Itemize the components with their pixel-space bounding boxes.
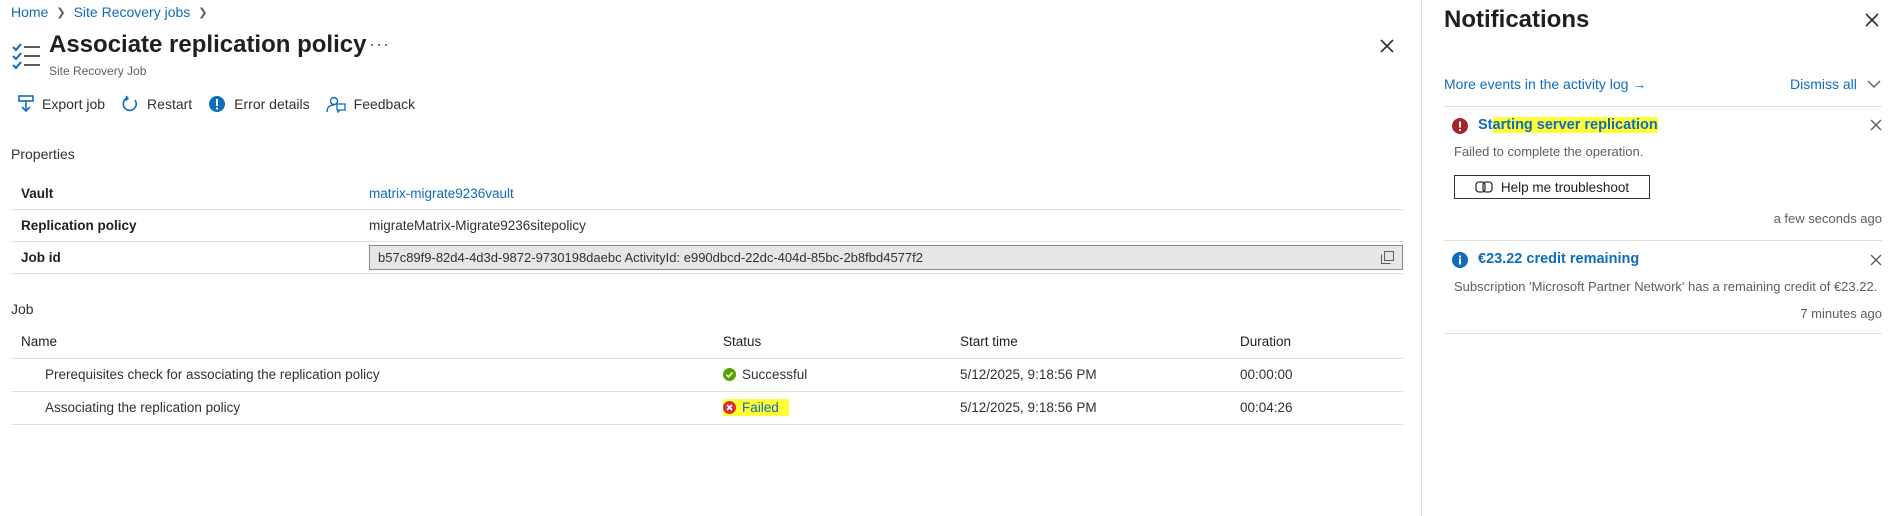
property-key: Replication policy	[21, 218, 137, 233]
notification-time: a few seconds ago	[1773, 211, 1882, 226]
property-key: Vault	[21, 186, 54, 201]
restart-icon	[122, 95, 138, 112]
property-key: Job id	[21, 250, 61, 265]
close-icon[interactable]	[1869, 118, 1883, 132]
divider	[1444, 240, 1882, 241]
table-row: Prerequisites check for associating the …	[11, 358, 1403, 392]
page-subtitle: Site Recovery Job	[49, 64, 147, 78]
status-text: Successful	[742, 367, 808, 382]
close-icon[interactable]	[1869, 253, 1883, 267]
property-value: b57c89f9-82d4-4d3d-9872-9730198daebc Act…	[369, 245, 1403, 270]
table-header-row: Name Status Start time Duration	[11, 325, 1403, 359]
toolbar: Export job Restart Error details Feedbac…	[18, 95, 431, 113]
error-details-label: Error details	[234, 96, 310, 112]
job-list-icon	[12, 43, 40, 69]
notification-title-link[interactable]: €23.22 credit remaining	[1478, 251, 1639, 267]
duration: 00:04:26	[1240, 391, 1403, 425]
notification-body: Subscription 'Microsoft Partner Network'…	[1454, 279, 1878, 294]
property-row-vault: Vault matrix-migrate9236vault	[11, 178, 1403, 210]
notification-body-text: Failed to complete the operation.	[1454, 144, 1644, 159]
property-row-replication-policy: Replication policy migrateMatrix-Migrate…	[11, 210, 1403, 242]
page-title: Associate replication policy	[49, 31, 367, 58]
feedback-label: Feedback	[353, 96, 416, 112]
breadcrumb: Home ❯ Site Recovery jobs ❯	[11, 4, 208, 20]
property-value: migrateMatrix-Migrate9236sitepolicy	[369, 218, 586, 233]
step-name: Prerequisites check for associating the …	[11, 358, 723, 392]
column-header-name[interactable]: Name	[11, 325, 723, 359]
step-name: Associating the replication policy	[11, 391, 723, 425]
chevron-right-icon: ❯	[198, 6, 208, 19]
close-icon[interactable]	[1377, 36, 1397, 56]
notifications-panel: Notifications More events in the activit…	[1421, 0, 1894, 516]
help-me-troubleshoot-button[interactable]: Help me troubleshoot	[1454, 175, 1650, 199]
activity-log-link[interactable]: More events in the activity log →	[1444, 76, 1646, 92]
column-header-status[interactable]: Status	[723, 325, 960, 359]
vault-link[interactable]: matrix-migrate9236vault	[369, 186, 1403, 201]
column-header-duration[interactable]: Duration	[1240, 325, 1403, 359]
dismiss-all-button[interactable]: Dismiss all	[1790, 76, 1881, 92]
status-cell: Failed	[723, 391, 960, 425]
restart-label: Restart	[147, 96, 193, 112]
info-icon	[1452, 252, 1468, 268]
properties-table: Vault matrix-migrate9236vault Replicatio…	[11, 178, 1403, 274]
notification-time: 7 minutes ago	[1800, 306, 1882, 321]
copy-icon[interactable]	[1381, 251, 1394, 264]
job-id-field[interactable]: b57c89f9-82d4-4d3d-9872-9730198daebc Act…	[369, 245, 1403, 270]
chevron-right-icon: ❯	[56, 6, 66, 19]
breadcrumb-home-link[interactable]: Home	[11, 4, 48, 20]
dismiss-all-label: Dismiss all	[1790, 76, 1857, 92]
breadcrumb-recovery-jobs-link[interactable]: Site Recovery jobs	[74, 4, 191, 20]
feedback-icon	[325, 96, 346, 113]
feedback-button[interactable]: Feedback	[325, 95, 416, 113]
job-table: Name Status Start time Duration Prerequi…	[11, 325, 1403, 425]
chevron-down-icon	[1867, 80, 1881, 88]
job-blade: Home ❯ Site Recovery jobs ❯ Associate re…	[0, 0, 1420, 516]
start-time: 5/12/2025, 9:18:56 PM	[960, 358, 1240, 392]
success-icon	[723, 368, 736, 381]
more-options-icon[interactable]: ···	[369, 34, 390, 55]
property-row-job-id: Job id b57c89f9-82d4-4d3d-9872-9730198da…	[11, 242, 1403, 274]
restart-button[interactable]: Restart	[121, 95, 192, 113]
table-row: Associating the replication policy Faile…	[11, 391, 1403, 425]
duration: 00:00:00	[1240, 358, 1403, 392]
error-icon	[723, 401, 736, 414]
divider	[1444, 333, 1882, 334]
info-icon	[209, 96, 226, 112]
job-id-text: b57c89f9-82d4-4d3d-9872-9730198daebc Act…	[378, 250, 923, 265]
export-job-button[interactable]: Export job	[18, 95, 105, 113]
error-details-button[interactable]: Error details	[208, 95, 310, 113]
export-icon	[18, 95, 34, 113]
export-job-label: Export job	[42, 96, 106, 112]
notification-body: Failed to complete the operation.	[1454, 144, 1643, 159]
notification-title: arting server replication	[1492, 117, 1658, 133]
close-icon[interactable]	[1862, 10, 1882, 30]
status-failed-link[interactable]: Failed	[742, 400, 779, 415]
job-heading: Job	[11, 301, 34, 317]
status-cell: Successful	[723, 358, 960, 392]
column-header-start-time[interactable]: Start time	[960, 325, 1240, 359]
error-icon	[1452, 118, 1468, 134]
copilot-icon	[1475, 181, 1493, 193]
help-button-label: Help me troubleshoot	[1500, 179, 1630, 195]
divider	[1444, 106, 1882, 107]
start-time: 5/12/2025, 9:18:56 PM	[960, 391, 1240, 425]
notification-title-link[interactable]: Starting server replication	[1478, 117, 1658, 133]
notifications-title: Notifications	[1444, 6, 1590, 33]
properties-heading: Properties	[11, 146, 75, 162]
